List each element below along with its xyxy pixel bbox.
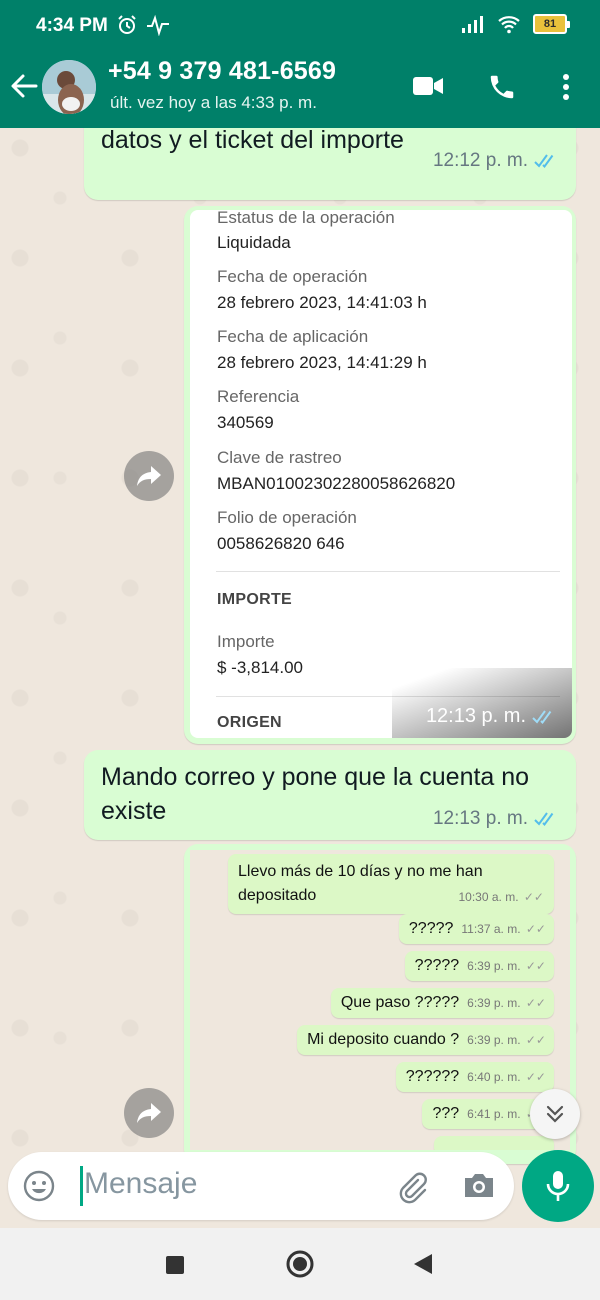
message-bubble[interactable]: datos y el ticket del importe 12:12 p. m… bbox=[84, 128, 576, 200]
forward-icon bbox=[137, 466, 161, 486]
forward-button[interactable] bbox=[124, 451, 174, 501]
back-arrow-icon[interactable] bbox=[8, 70, 40, 102]
image-message-time: 12:13 p. m. bbox=[425, 705, 526, 727]
screenshot-message: ????? 6:39 p. m. ✓✓ bbox=[404, 951, 554, 981]
message-time: 12:13 p. m. bbox=[432, 808, 528, 829]
receipt-field-value: MBAN01002302280058626820 bbox=[217, 474, 456, 493]
app-header: 4:34 PM 81 +54 9 379 481-6569 últ. vez h… bbox=[0, 0, 600, 128]
receipt-field-label: Estatus de la operación bbox=[217, 210, 395, 227]
avatar[interactable] bbox=[42, 60, 96, 114]
phone-icon[interactable] bbox=[487, 72, 517, 102]
message-time: 12:12 p. m. bbox=[432, 150, 528, 171]
screenshot-message: ????? 11:37 a. m. ✓✓ bbox=[398, 914, 554, 944]
screenshot-message: Que paso ????? 6:39 p. m. ✓✓ bbox=[330, 988, 554, 1018]
receipt-importe-label: Importe bbox=[217, 632, 275, 651]
chat-screenshot-image[interactable]: Llevo más de 10 días y no me han deposit… bbox=[190, 850, 570, 1150]
camera-icon[interactable] bbox=[462, 1170, 496, 1200]
receipt-field-label: Clave de rastreo bbox=[217, 448, 342, 467]
receipt-field-label: Fecha de aplicación bbox=[217, 327, 369, 346]
screenshot-message: ?????? 6:40 p. m. ✓✓ bbox=[395, 1062, 554, 1092]
wifi-icon bbox=[498, 16, 520, 34]
message-bubble[interactable]: Mando correo y pone que la cuenta no exi… bbox=[84, 750, 576, 840]
text-cursor bbox=[80, 1166, 83, 1206]
screenshot-message: Mi deposito cuando ? 6:39 p. m. ✓✓ bbox=[297, 1025, 554, 1055]
emoji-icon[interactable] bbox=[22, 1169, 56, 1203]
battery-level: 81 bbox=[533, 14, 567, 34]
attach-icon[interactable] bbox=[394, 1168, 430, 1204]
back-triangle-icon[interactable] bbox=[414, 1254, 432, 1274]
receipt-field-value: 340569 bbox=[217, 413, 274, 432]
read-ticks-icon bbox=[532, 709, 552, 724]
battery-icon: 81 bbox=[533, 14, 570, 34]
alarm-icon bbox=[118, 15, 136, 34]
receipt-divider bbox=[216, 571, 560, 572]
double-chevron-down-icon bbox=[546, 1105, 564, 1123]
read-ticks-icon bbox=[534, 154, 554, 169]
signal-icon bbox=[462, 16, 483, 33]
screenshot-message bbox=[434, 1136, 554, 1150]
chat-area[interactable]: datos y el ticket del importe 12:12 p. m… bbox=[0, 128, 600, 1228]
video-call-icon[interactable] bbox=[412, 74, 444, 98]
screenshot-message: Llevo más de 10 días y no me han deposit… bbox=[228, 854, 554, 914]
receipt-field-label: Fecha de operación bbox=[217, 267, 368, 286]
forward-button[interactable] bbox=[124, 1088, 174, 1138]
last-seen-status[interactable]: últ. vez hoy a las 4:33 p. m. bbox=[110, 93, 317, 113]
receipt-section-origen: ORIGEN bbox=[217, 714, 282, 731]
status-time: 4:34 PM bbox=[36, 15, 108, 36]
more-options-icon[interactable] bbox=[560, 72, 572, 102]
receipt-importe-value: $ -3,814.00 bbox=[217, 658, 304, 677]
contact-name[interactable]: +54 9 379 481-6569 bbox=[108, 57, 336, 86]
message-composer[interactable]: Mensaje bbox=[8, 1152, 514, 1220]
receipt-field-label: Referencia bbox=[217, 387, 300, 406]
status-bar: 4:34 PM 81 bbox=[0, 0, 600, 52]
system-navigation-bar bbox=[0, 1228, 600, 1300]
read-ticks-icon bbox=[534, 812, 554, 827]
receipt-section-importe: IMPORTE bbox=[217, 591, 292, 608]
home-circle-icon[interactable] bbox=[286, 1250, 314, 1278]
microphone-icon bbox=[546, 1171, 570, 1201]
recents-square-icon[interactable] bbox=[166, 1256, 184, 1274]
receipt-field-value: Liquidada bbox=[217, 233, 291, 252]
voice-record-button[interactable] bbox=[522, 1150, 594, 1222]
receipt-field-value: 0058626820 646 bbox=[217, 534, 345, 553]
receipt-field-value: 28 febrero 2023, 14:41:29 h bbox=[217, 353, 427, 372]
receipt-field-label: Folio de operación bbox=[217, 508, 357, 527]
receipt-field-value: 28 febrero 2023, 14:41:03 h bbox=[217, 293, 427, 312]
message-text: datos y el ticket del importe bbox=[101, 128, 404, 154]
forward-icon bbox=[137, 1103, 161, 1123]
message-input[interactable]: Mensaje bbox=[84, 1167, 197, 1201]
receipt-image[interactable]: Estatus de la operación Liquidada Fecha … bbox=[190, 210, 572, 738]
health-pulse-icon bbox=[147, 14, 169, 36]
scroll-to-bottom-button[interactable] bbox=[530, 1089, 580, 1139]
